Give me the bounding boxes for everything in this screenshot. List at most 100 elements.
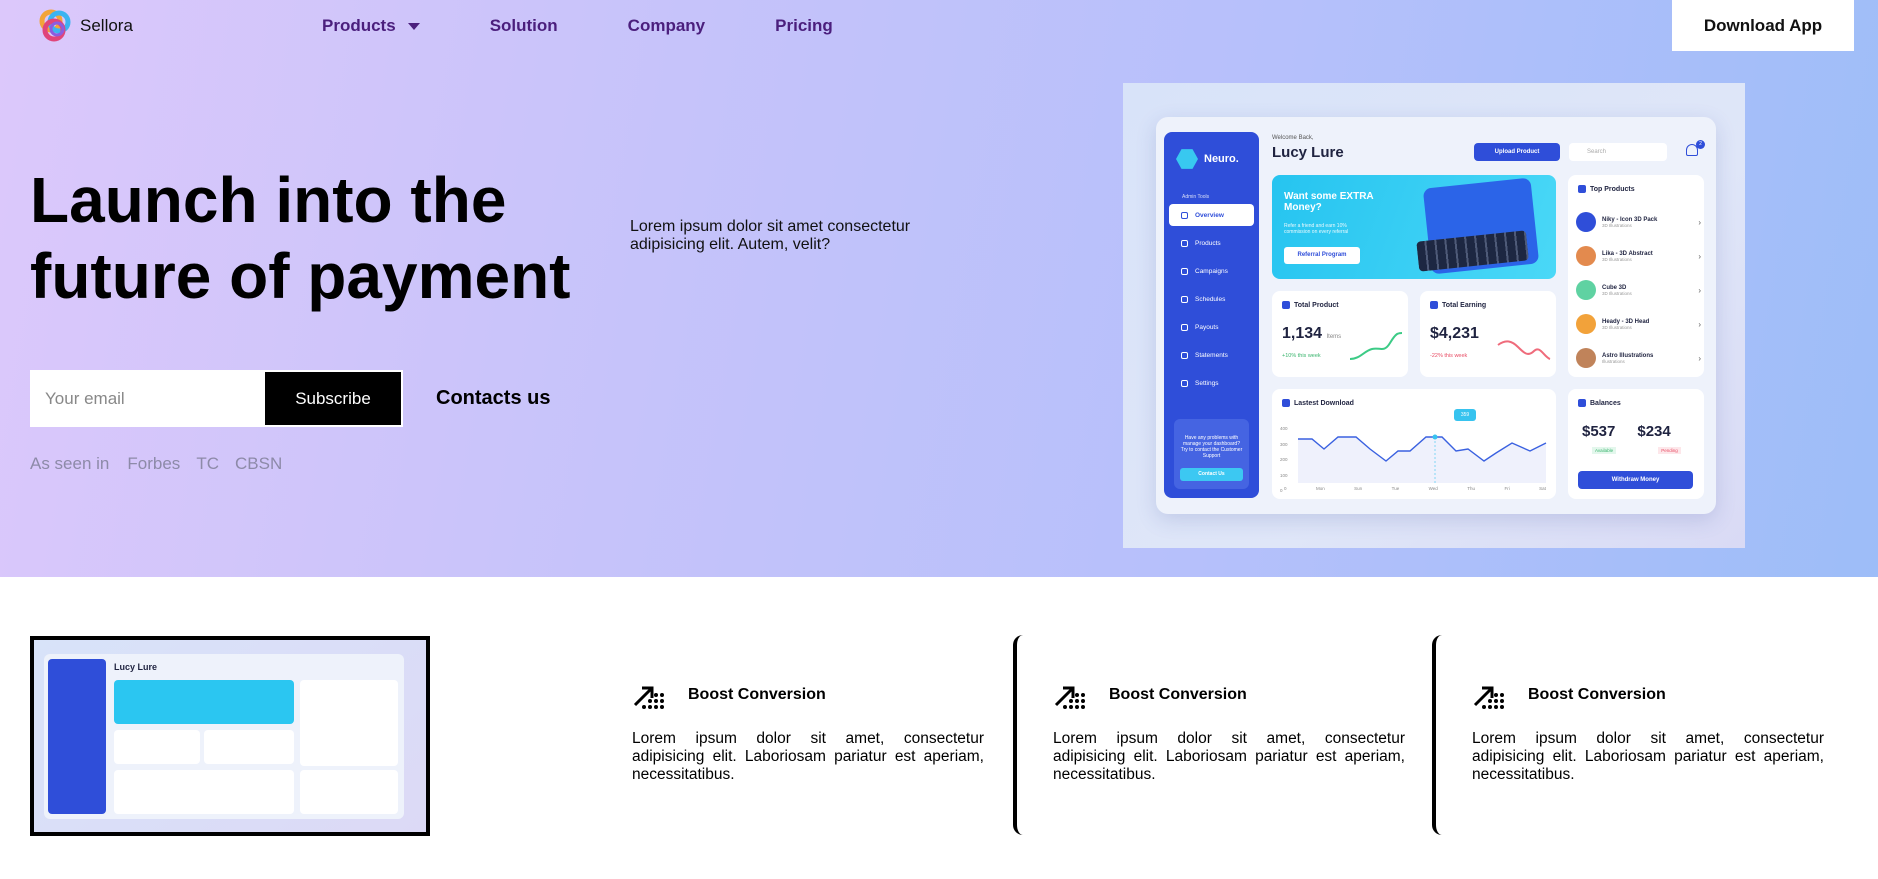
trending-up-icon bbox=[1054, 686, 1085, 709]
balances-card: Balances $537 $234 Available Pending Wit… bbox=[1568, 389, 1704, 499]
x-tick: Thu bbox=[1467, 486, 1476, 491]
download-line-chart bbox=[1298, 434, 1547, 483]
chevron-down-icon bbox=[407, 22, 420, 30]
nav-solution-label: Solution bbox=[489, 16, 558, 35]
latest-download-card: Lastest Download 400 300 200 100 0 359 0 bbox=[1272, 389, 1556, 499]
chevron-right-icon: › bbox=[1698, 353, 1701, 363]
available-balance: $537 bbox=[1582, 423, 1616, 440]
brand-name: Sellora bbox=[80, 16, 133, 35]
feature-header: Boost Conversion bbox=[632, 679, 826, 711]
nav-company[interactable]: Company bbox=[628, 16, 705, 36]
product-thumbnail bbox=[1576, 348, 1596, 368]
sidebar-item-statements[interactable]: Statements bbox=[1169, 344, 1254, 366]
thumbnail-promo bbox=[114, 680, 294, 724]
welcome-text: Welcome Back, bbox=[1272, 135, 1314, 141]
sidebar-item-settings[interactable]: Settings bbox=[1169, 372, 1254, 394]
balance-tags: Available Pending bbox=[1592, 447, 1681, 454]
product-thumbnail bbox=[1576, 246, 1596, 266]
top-products-title: Top Products bbox=[1578, 185, 1635, 193]
sidebar-item-overview[interactable]: Overview bbox=[1169, 204, 1254, 226]
hero-section: Sellora Products Solution Company Pricin… bbox=[0, 0, 1878, 577]
trending-up-icon bbox=[633, 686, 664, 709]
nav-pricing[interactable]: Pricing bbox=[775, 16, 833, 36]
star-icon bbox=[1578, 185, 1586, 193]
overview-icon bbox=[1181, 211, 1188, 219]
y-tick: 200 bbox=[1280, 457, 1288, 462]
notification-badge: 2 bbox=[1696, 140, 1705, 149]
total-product-delta: +10% this week bbox=[1282, 353, 1321, 359]
pending-tag: Pending bbox=[1658, 447, 1681, 454]
available-tag: Available bbox=[1592, 447, 1617, 454]
upload-product-button[interactable]: Upload Product bbox=[1474, 143, 1560, 161]
product-category: 3D Illustrations bbox=[1602, 256, 1632, 262]
list-item[interactable]: Heady - 3D Head 3D Illustrations › bbox=[1576, 307, 1701, 341]
total-product-title-text: Total Product bbox=[1294, 301, 1339, 309]
nav-products-label: Products bbox=[322, 16, 396, 35]
thumbnail-card bbox=[114, 770, 294, 814]
pending-balance: $234 bbox=[1637, 423, 1671, 440]
as-seen-label: As seen in bbox=[30, 454, 110, 473]
nav-products[interactable]: Products bbox=[322, 16, 420, 36]
feature-text: Lorem ipsum dolor sit amet, consectetur … bbox=[1472, 730, 1824, 783]
earning-sparkline bbox=[1497, 340, 1551, 360]
referral-program-button[interactable]: Referral Program bbox=[1284, 247, 1360, 264]
sidebar-item-products[interactable]: Products bbox=[1169, 232, 1254, 254]
total-product-title: Total Product bbox=[1282, 301, 1339, 309]
chart-callout: 359 bbox=[1454, 409, 1476, 421]
list-item[interactable]: Cube 3D 3D Illustrations › bbox=[1576, 273, 1701, 307]
feature-card: Boost Conversion Lorem ipsum dolor sit a… bbox=[1013, 635, 1433, 835]
y-tick: 300 bbox=[1280, 441, 1288, 447]
subscribe-button[interactable]: Subscribe bbox=[263, 370, 403, 427]
features-section: Lucy Lure Boost Conversion Lorem ipsum d… bbox=[0, 577, 1878, 879]
thumbnail-sidebar bbox=[48, 659, 106, 814]
product-sparkline bbox=[1349, 332, 1403, 360]
x-tick: Fri bbox=[1504, 486, 1510, 491]
sidebar-item-label: Schedules bbox=[1195, 295, 1226, 303]
brand-logo[interactable]: Sellora bbox=[36, 7, 133, 45]
promo-subtitle: Refer a friend and earn 10% commission o… bbox=[1284, 223, 1349, 235]
product-category: 3D Illustrations bbox=[1602, 222, 1632, 228]
bag-icon bbox=[1181, 239, 1188, 247]
email-input[interactable] bbox=[30, 370, 263, 427]
hexagon-logo-icon bbox=[1176, 149, 1198, 169]
total-earning-delta: -22% this week bbox=[1430, 353, 1468, 359]
total-product-value: 1,134 Items bbox=[1282, 325, 1341, 343]
hero-lead: Lorem ipsum dolor sit amet consectetur a… bbox=[630, 218, 911, 253]
sidebar-item-schedules[interactable]: Schedules bbox=[1169, 288, 1254, 310]
press-tc: TC bbox=[196, 454, 219, 473]
contact-us-button[interactable]: Contact Us bbox=[1180, 468, 1243, 481]
press-cbsn: CBSN bbox=[234, 454, 283, 473]
product-category: 3D Illustrations bbox=[1602, 324, 1632, 330]
dashboard-sidebar: Neuro. Admin Tools Overview Products Cam… bbox=[1164, 132, 1259, 498]
user-name: Lucy Lure bbox=[1272, 144, 1344, 161]
withdraw-money-button[interactable]: Withdraw Money bbox=[1578, 471, 1693, 489]
sidebar-item-payouts[interactable]: Payouts bbox=[1169, 316, 1254, 338]
sidebar-item-label: Products bbox=[1195, 239, 1221, 247]
dashboard-brand-name: Neuro. bbox=[1204, 153, 1239, 165]
dashboard-search-input[interactable]: Search bbox=[1569, 143, 1667, 161]
download-app-button[interactable]: Download App bbox=[1672, 0, 1854, 51]
balance-values: $537 $234 bbox=[1582, 423, 1671, 440]
dashboard-preview: Neuro. Admin Tools Overview Products Cam… bbox=[1123, 83, 1745, 548]
wallet-icon bbox=[1181, 323, 1188, 331]
feature-title: Boost Conversion bbox=[1109, 686, 1247, 703]
list-item[interactable]: Niky - Icon 3D Pack 3D Illustrations › bbox=[1576, 205, 1701, 239]
main-nav: Products Solution Company Pricing bbox=[322, 16, 903, 36]
sidebar-item-label: Payouts bbox=[1195, 323, 1219, 331]
list-item[interactable]: Astro Illustrations Illustrations › bbox=[1576, 341, 1701, 375]
feature-card: Boost Conversion Lorem ipsum dolor sit a… bbox=[596, 635, 1016, 835]
sidebar-section-label: Admin Tools bbox=[1182, 194, 1210, 200]
nav-pricing-label: Pricing bbox=[775, 16, 833, 35]
dashboard-brand: Neuro. bbox=[1176, 148, 1239, 170]
balances-title: Balances bbox=[1578, 399, 1621, 407]
top-products-title-text: Top Products bbox=[1590, 185, 1635, 193]
sidebar-item-campaigns[interactable]: Campaigns bbox=[1169, 260, 1254, 282]
subscribe-form: Subscribe Contacts us bbox=[30, 370, 550, 427]
feature-text: Lorem ipsum dolor sit amet, consectetur … bbox=[1053, 730, 1405, 783]
product-category: Illustrations bbox=[1602, 358, 1625, 364]
contacts-link[interactable]: Contacts us bbox=[436, 387, 550, 410]
thumbnail-card bbox=[204, 730, 294, 764]
list-item[interactable]: Lika - 3D Abstract 3D Illustrations › bbox=[1576, 239, 1701, 273]
total-earning-value: $4,231 bbox=[1430, 325, 1479, 342]
nav-solution[interactable]: Solution bbox=[490, 16, 558, 36]
